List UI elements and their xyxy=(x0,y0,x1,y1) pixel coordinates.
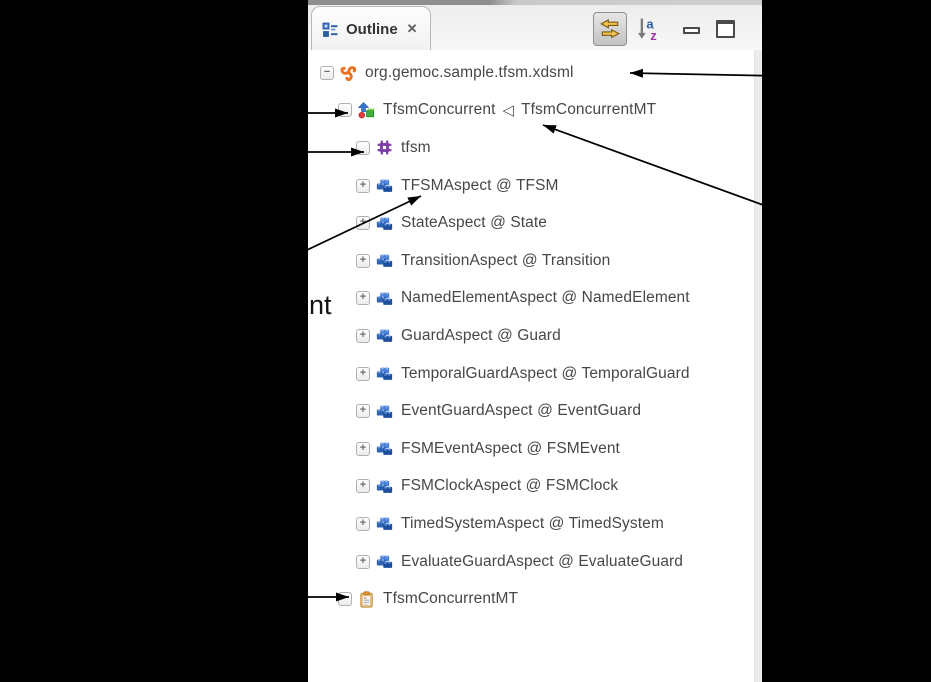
tree-expander-plus-icon[interactable]: + xyxy=(356,517,370,531)
sort-alphabetical-icon: az xyxy=(636,16,662,42)
maximize-icon xyxy=(716,20,735,38)
tree-row[interactable]: + TransitionAspect @ Transition xyxy=(308,242,754,280)
aspect-icon xyxy=(376,515,393,532)
aspect-icon xyxy=(376,327,393,344)
tree-expander-box-icon[interactable] xyxy=(338,592,352,606)
tree-item-label: GuardAspect @ Guard xyxy=(401,327,561,345)
language-icon xyxy=(358,102,375,119)
svg-text:z: z xyxy=(650,28,657,42)
aspect-icon xyxy=(376,177,393,194)
tree-row[interactable]: + EventGuardAspect @ EventGuard xyxy=(308,392,754,430)
tree-row[interactable]: TfsmConcurrent ◁ TfsmConcurrentMT xyxy=(308,92,754,130)
tree-item-label: TimedSystemAspect @ TimedSystem xyxy=(401,515,664,533)
tree-item-label: TransitionAspect @ Transition xyxy=(401,252,610,270)
reference-triangle-icon: ◁ xyxy=(503,101,515,119)
gemoc-logo-icon xyxy=(340,64,357,81)
link-with-editor-icon xyxy=(599,18,621,40)
tree-expander-box-icon[interactable] xyxy=(356,141,370,155)
screenshot-stage: Outline ✕ az −org.gemoc.sample.tfsm.xd xyxy=(0,0,931,682)
tree-item-label: TfsmConcurrent xyxy=(383,101,496,119)
aspect-icon xyxy=(376,365,393,382)
minimize-button[interactable] xyxy=(679,21,703,39)
tree-item-label: FSMEventAspect @ FSMEvent xyxy=(401,440,620,458)
tree-item-label: EventGuardAspect @ EventGuard xyxy=(401,402,641,420)
maximize-button[interactable] xyxy=(713,16,737,42)
tree-item-label: StateAspect @ State xyxy=(401,214,547,232)
tree-expander-plus-icon[interactable]: + xyxy=(356,442,370,456)
aspect-icon xyxy=(376,252,393,269)
outline-view-panel: Outline ✕ az −org.gemoc.sample.tfsm.xd xyxy=(308,0,762,682)
scrollbar-track[interactable] xyxy=(754,50,762,682)
tree-item-reference-label: TfsmConcurrentMT xyxy=(521,101,656,119)
tree-row[interactable]: + FSMClockAspect @ FSMClock xyxy=(308,468,754,506)
aspect-icon xyxy=(376,440,393,457)
aspect-icon xyxy=(376,553,393,570)
tree-item-label: TemporalGuardAspect @ TemporalGuard xyxy=(401,365,690,383)
tree-row[interactable]: + StateAspect @ State xyxy=(308,204,754,242)
tree-expander-plus-icon[interactable]: + xyxy=(356,179,370,193)
minimize-icon xyxy=(683,27,700,34)
tree-row[interactable]: + TFSMAspect @ TFSM xyxy=(308,167,754,205)
tree-expander-plus-icon[interactable]: + xyxy=(356,291,370,305)
tree-row[interactable]: + TimedSystemAspect @ TimedSystem xyxy=(308,505,754,543)
tree-expander-plus-icon[interactable]: + xyxy=(356,254,370,268)
tree: − org.gemoc.sample.tfsm.xdsml TfsmConcurre… xyxy=(308,54,754,618)
link-with-editor-button[interactable] xyxy=(593,12,627,46)
tree-row[interactable]: TfsmConcurrentMT xyxy=(308,580,754,618)
tree-row[interactable]: + EvaluateGuardAspect @ EvaluateGuard xyxy=(308,543,754,581)
tree-expander-box-icon[interactable] xyxy=(338,103,352,117)
tree-item-label: org.gemoc.sample.tfsm.xdsml xyxy=(365,64,574,82)
tree-expander-plus-icon[interactable]: + xyxy=(356,404,370,418)
tree-row[interactable]: + TemporalGuardAspect @ TemporalGuard xyxy=(308,355,754,393)
clipboard-icon xyxy=(358,591,375,608)
tree-expander-plus-icon[interactable]: + xyxy=(356,329,370,343)
tree-item-label: TfsmConcurrentMT xyxy=(383,590,518,608)
tree-item-label: EvaluateGuardAspect @ EvaluateGuard xyxy=(401,553,683,571)
tree-row[interactable]: + FSMEventAspect @ FSMEvent xyxy=(308,430,754,468)
aspect-icon xyxy=(376,478,393,495)
tree-row[interactable]: − org.gemoc.sample.tfsm.xdsml xyxy=(308,54,754,92)
view-toolbar: az xyxy=(308,5,762,50)
tree-row[interactable]: + NamedElementAspect @ NamedElement xyxy=(308,280,754,318)
tree-expander-plus-icon[interactable]: + xyxy=(356,555,370,569)
outline-content: − org.gemoc.sample.tfsm.xdsml TfsmConcurre… xyxy=(308,50,762,682)
tree-item-label: FSMClockAspect @ FSMClock xyxy=(401,477,618,495)
tree-row[interactable]: + GuardAspect @ Guard xyxy=(308,317,754,355)
view-tab-bar: Outline ✕ az xyxy=(308,5,762,50)
tree-row[interactable]: tfsm xyxy=(308,129,754,167)
tree-expander-plus-icon[interactable]: + xyxy=(356,216,370,230)
aspect-icon xyxy=(376,403,393,420)
tree-item-label: NamedElementAspect @ NamedElement xyxy=(401,289,690,307)
ecore-package-icon xyxy=(376,139,393,156)
aspect-icon xyxy=(376,290,393,307)
tree-expander-plus-icon[interactable]: + xyxy=(356,479,370,493)
tree-item-label: TFSMAspect @ TFSM xyxy=(401,177,559,195)
tree-item-label: tfsm xyxy=(401,139,431,157)
annotation-text-fragment: nt xyxy=(309,290,332,321)
tree-expander-minus-icon[interactable]: − xyxy=(320,66,334,80)
sort-alphabetical-button[interactable]: az xyxy=(634,14,664,44)
aspect-icon xyxy=(376,215,393,232)
tree-expander-plus-icon[interactable]: + xyxy=(356,367,370,381)
